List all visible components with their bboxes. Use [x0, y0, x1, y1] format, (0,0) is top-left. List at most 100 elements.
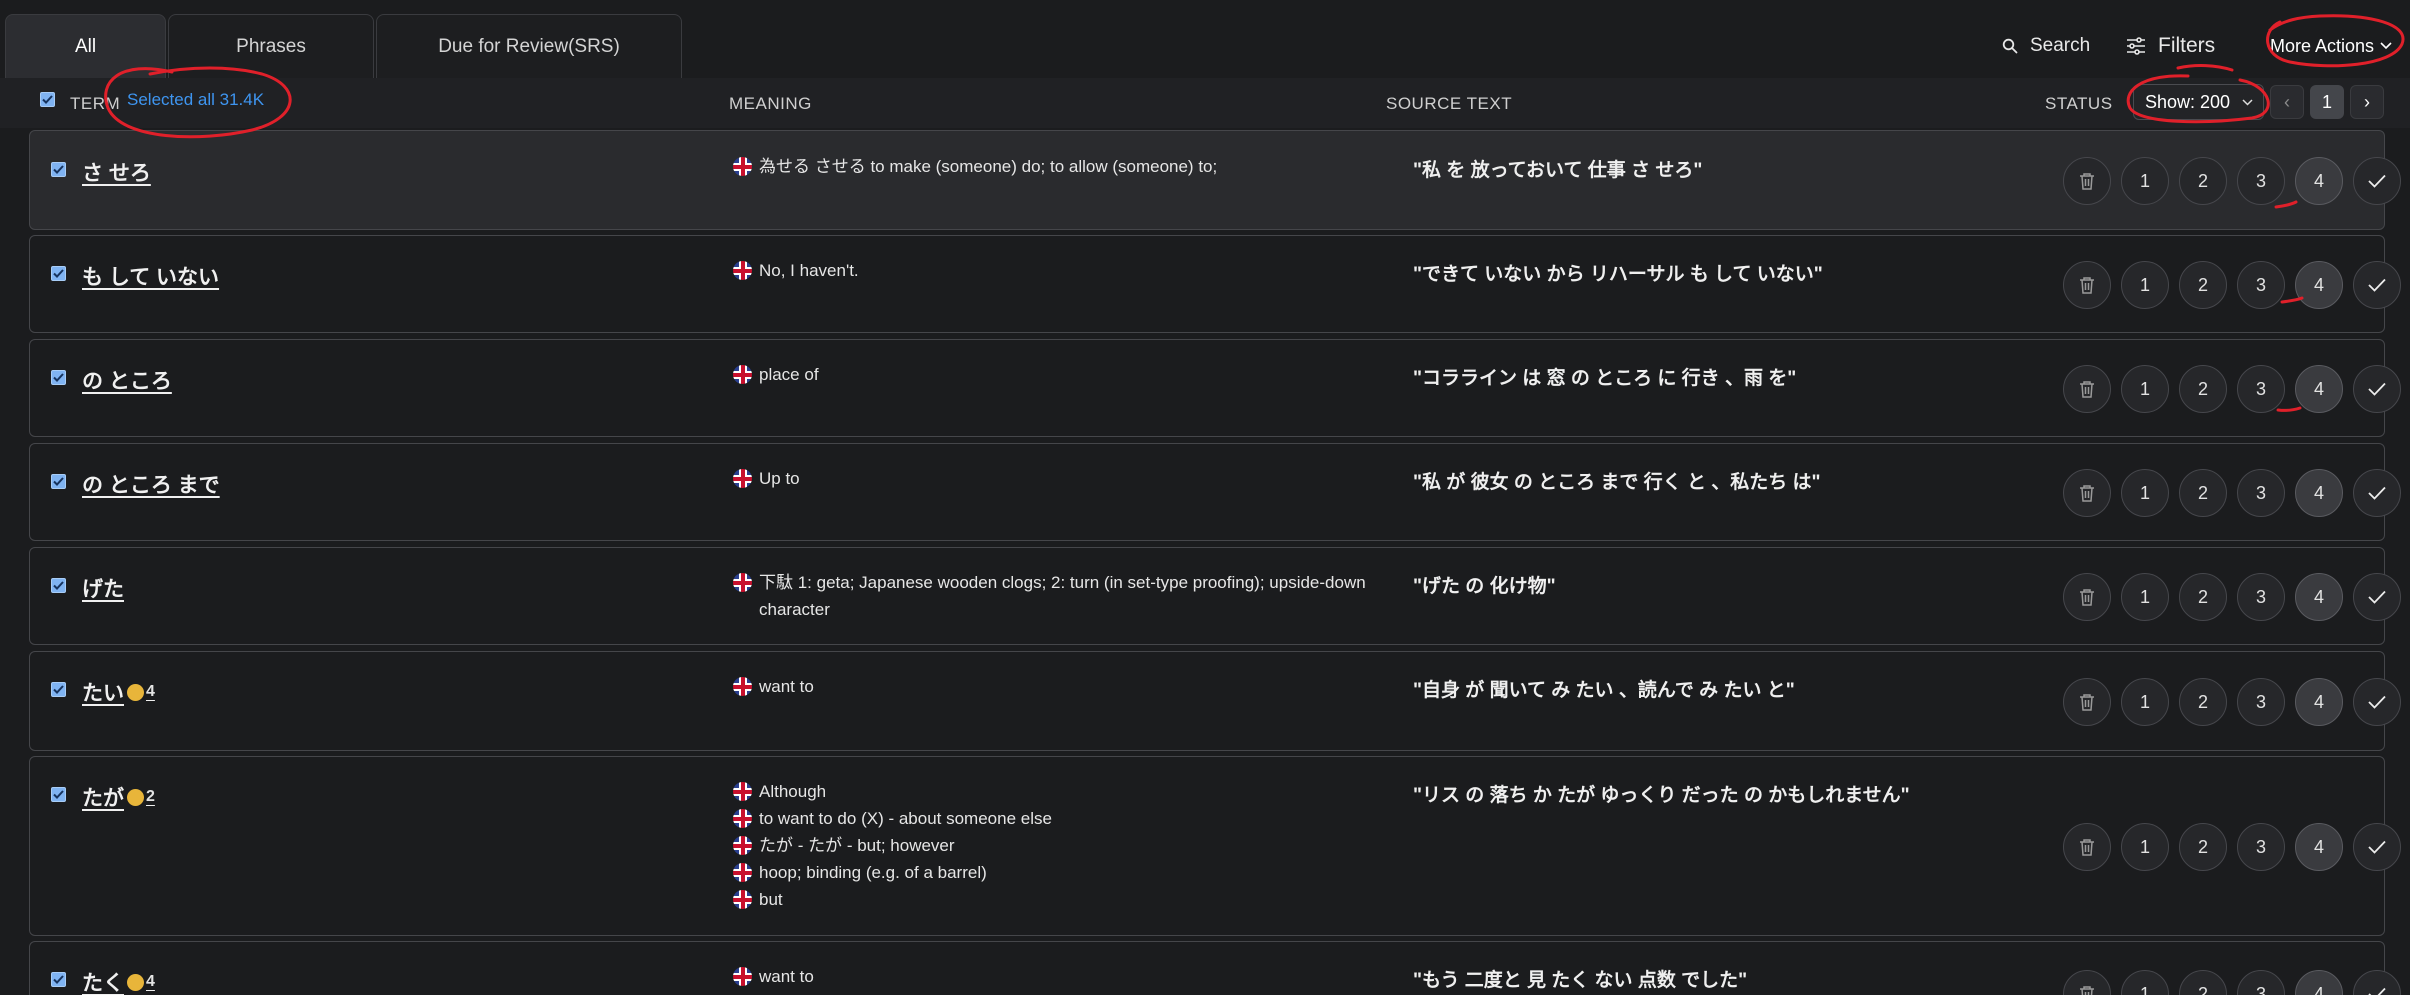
status-level-3-button[interactable]: 3: [2237, 261, 2285, 309]
status-level-3-button[interactable]: 3: [2237, 157, 2285, 205]
select-all-checkbox[interactable]: [40, 92, 55, 107]
row-checkbox[interactable]: [51, 578, 66, 593]
delete-button[interactable]: [2063, 573, 2111, 621]
status-level-4-button[interactable]: 4: [2295, 678, 2343, 726]
filters-label: Filters: [2158, 34, 2216, 57]
status-level-4-button[interactable]: 4: [2295, 261, 2343, 309]
status-level-label: 1: [2139, 170, 2150, 191]
status-level-3-button[interactable]: 3: [2237, 970, 2285, 995]
status-level-1-button[interactable]: 1: [2121, 365, 2169, 413]
status-level-3-button[interactable]: 3: [2237, 573, 2285, 621]
status-level-2-button[interactable]: 2: [2179, 823, 2227, 871]
meaning-text: place of: [759, 365, 819, 384]
status-level-3-button[interactable]: 3: [2237, 823, 2285, 871]
row-checkbox[interactable]: [51, 162, 66, 177]
meaning-item: want to: [733, 963, 1393, 990]
status-level-3-button[interactable]: 3: [2237, 469, 2285, 517]
meaning-list: Up to: [733, 465, 1393, 492]
mark-known-button[interactable]: [2353, 261, 2401, 309]
term-link[interactable]: げた: [82, 573, 124, 603]
more-actions-button[interactable]: More Actions: [2270, 22, 2392, 70]
status-level-label: 2: [2197, 836, 2208, 857]
status-level-4-button[interactable]: 4: [2295, 573, 2343, 621]
term-link[interactable]: の ところ まで: [82, 469, 220, 499]
mark-known-button[interactable]: [2353, 157, 2401, 205]
status-level-4-button[interactable]: 4: [2295, 469, 2343, 517]
search-button[interactable]: Search: [2002, 22, 2090, 70]
status-level-2-button[interactable]: 2: [2179, 678, 2227, 726]
status-level-4-button[interactable]: 4: [2295, 970, 2343, 995]
page-size-label: Show: 200: [2145, 91, 2231, 112]
status-level-1-button[interactable]: 1: [2121, 157, 2169, 205]
status-level-2-button[interactable]: 2: [2179, 365, 2227, 413]
status-level-4-button[interactable]: 4: [2295, 157, 2343, 205]
uk-flag-icon: [733, 365, 752, 384]
status-level-2-button[interactable]: 2: [2179, 970, 2227, 995]
frequency-count: 4: [146, 683, 155, 700]
term-column-header: TERM: [70, 94, 121, 113]
trash-icon: [2080, 485, 2094, 502]
mark-known-button[interactable]: [2353, 573, 2401, 621]
prev-page-button[interactable]: ‹: [2270, 85, 2304, 119]
status-level-1-button[interactable]: 1: [2121, 823, 2169, 871]
delete-button[interactable]: [2063, 678, 2111, 726]
row-checkbox[interactable]: [51, 787, 66, 802]
status-level-label: 1: [2139, 482, 2150, 503]
meaning-text: Up to: [759, 469, 800, 488]
status-level-3-button[interactable]: 3: [2237, 365, 2285, 413]
delete-button[interactable]: [2063, 157, 2111, 205]
selected-all-link[interactable]: Selected all 31.4K: [127, 90, 264, 110]
mark-known-button[interactable]: [2353, 970, 2401, 995]
mark-known-button[interactable]: [2353, 678, 2401, 726]
status-level-2-button[interactable]: 2: [2179, 469, 2227, 517]
tab-due-for-review[interactable]: Due for Review(SRS): [376, 14, 682, 78]
next-page-button[interactable]: ›: [2350, 85, 2384, 119]
status-level-1-button[interactable]: 1: [2121, 678, 2169, 726]
status-buttons: 1 2 3 4: [2063, 157, 2401, 205]
meaning-item: to want to do (X) - about someone else: [733, 805, 1393, 832]
term-link[interactable]: たが 2: [82, 782, 155, 812]
row-checkbox[interactable]: [51, 972, 66, 987]
delete-button[interactable]: [2063, 823, 2111, 871]
mark-known-button[interactable]: [2353, 823, 2401, 871]
row-checkbox[interactable]: [51, 682, 66, 697]
filters-button[interactable]: Filters: [2126, 22, 2215, 70]
status-level-1-button[interactable]: 1: [2121, 573, 2169, 621]
tab-all[interactable]: All: [5, 14, 166, 78]
term-link[interactable]: たく 4: [82, 967, 155, 995]
status-level-4-button[interactable]: 4: [2295, 823, 2343, 871]
status-level-1-button[interactable]: 1: [2121, 970, 2169, 995]
status-level-label: 1: [2139, 691, 2150, 712]
status-level-4-button[interactable]: 4: [2295, 365, 2343, 413]
status-level-1-button[interactable]: 1: [2121, 469, 2169, 517]
delete-button[interactable]: [2063, 261, 2111, 309]
mark-known-button[interactable]: [2353, 365, 2401, 413]
current-page-button[interactable]: 1: [2310, 85, 2344, 119]
status-level-3-button[interactable]: 3: [2237, 678, 2285, 726]
page-size-select[interactable]: Show: 200: [2133, 84, 2264, 120]
status-level-1-button[interactable]: 1: [2121, 261, 2169, 309]
meaning-text: 下駄 1: geta; Japanese wooden clogs; 2: tu…: [759, 573, 1366, 619]
delete-button[interactable]: [2063, 469, 2111, 517]
trash-icon: [2080, 381, 2094, 398]
status-level-2-button[interactable]: 2: [2179, 573, 2227, 621]
row-checkbox[interactable]: [51, 474, 66, 489]
row-checkbox[interactable]: [51, 266, 66, 281]
status-level-2-button[interactable]: 2: [2179, 157, 2227, 205]
term-link[interactable]: も して いない: [82, 261, 219, 291]
chevron-left-icon: ‹: [2284, 91, 2290, 112]
tab-label: Phrases: [236, 35, 306, 57]
meaning-text: to want to do (X) - about someone else: [759, 809, 1052, 828]
delete-button[interactable]: [2063, 970, 2111, 995]
more-actions-label: More Actions: [2270, 35, 2375, 56]
term-link[interactable]: の ところ: [82, 365, 172, 395]
tab-phrases[interactable]: Phrases: [168, 14, 374, 78]
meaning-text: No, I haven't.: [759, 261, 859, 280]
status-level-2-button[interactable]: 2: [2179, 261, 2227, 309]
term-link[interactable]: たい 4: [82, 677, 155, 707]
term-link[interactable]: さ せろ: [82, 157, 151, 187]
mark-known-button[interactable]: [2353, 469, 2401, 517]
delete-button[interactable]: [2063, 365, 2111, 413]
meaning-list: 下駄 1: geta; Japanese wooden clogs; 2: tu…: [733, 569, 1393, 623]
row-checkbox[interactable]: [51, 370, 66, 385]
